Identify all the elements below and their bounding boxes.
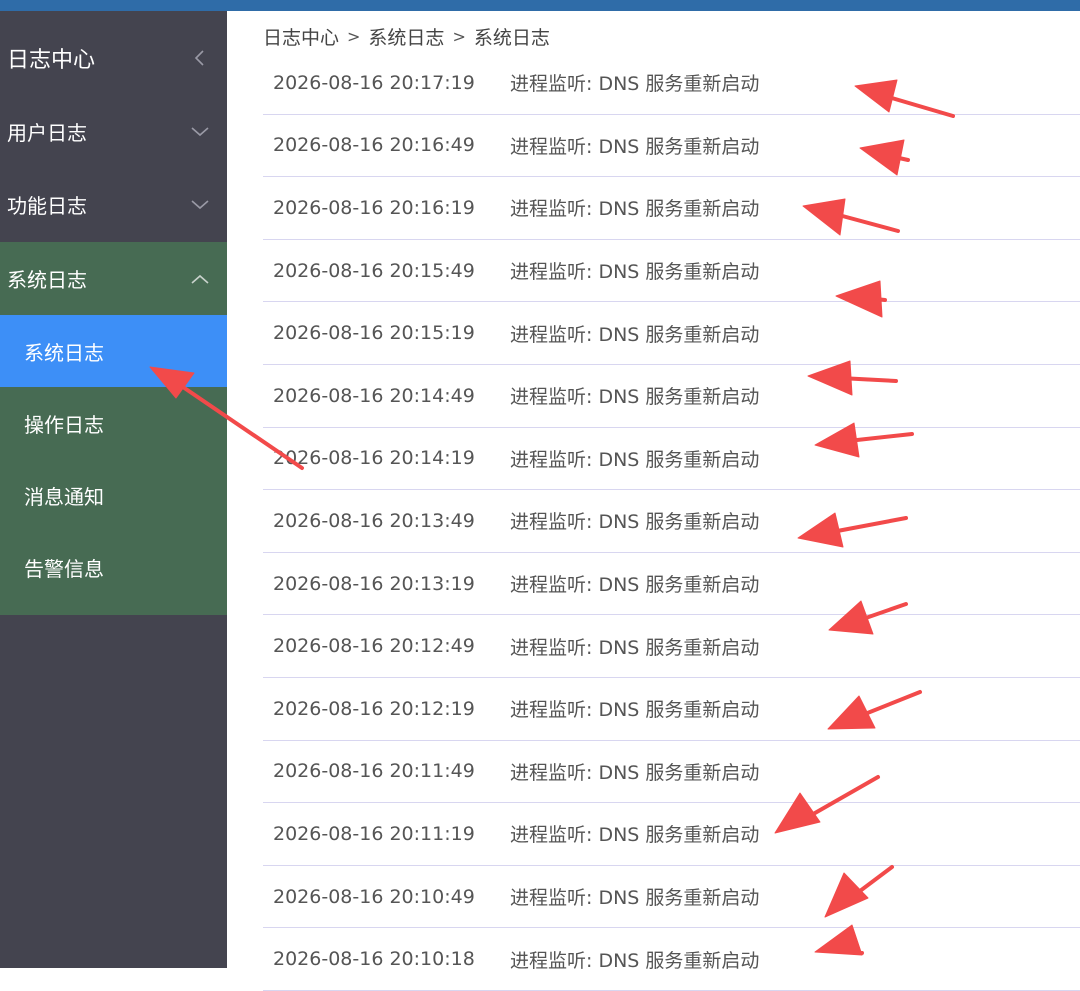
log-time: 2026-08-16 20:16:49 [273,134,475,157]
log-message: 进程监听: DNS 服务重新启动 [510,824,760,847]
log-message: 进程监听: DNS 服务重新启动 [510,386,760,409]
submenu-item-label: 操作日志 [24,412,104,437]
submenu-item-label: 告警信息 [24,556,104,581]
log-time: 2026-08-16 20:12:19 [273,697,475,720]
chevron-down-icon [189,120,211,142]
log-time: 2026-08-16 20:12:49 [273,635,475,658]
log-row[interactable]: 2026-08-16 20:14:49 进程监听: DNS 服务重新启动 [263,365,1080,428]
chevron-up-icon [189,268,211,290]
chevron-left-icon[interactable] [189,47,211,69]
log-time: 2026-08-16 20:15:19 [273,322,475,345]
log-row[interactable]: 2026-08-16 20:16:49 进程监听: DNS 服务重新启动 [263,115,1080,178]
log-message: 进程监听: DNS 服务重新启动 [510,699,760,722]
breadcrumb: 日志中心 > 系统日志 > 系统日志 [263,22,550,50]
log-message: 进程监听: DNS 服务重新启动 [510,887,760,910]
log-row[interactable]: 2026-08-16 20:12:49 进程监听: DNS 服务重新启动 [263,615,1080,678]
log-row[interactable]: 2026-08-16 20:16:19 进程监听: DNS 服务重新启动 [263,177,1080,240]
log-message: 进程监听: DNS 服务重新启动 [510,511,760,534]
log-message: 进程监听: DNS 服务重新启动 [510,574,760,597]
log-row[interactable]: 2026-08-16 20:13:19 进程监听: DNS 服务重新启动 [263,553,1080,616]
submenu-item-label: 消息通知 [24,484,104,509]
sidebar-item-label: 系统日志 [7,268,87,292]
log-message: 进程监听: DNS 服务重新启动 [510,261,760,284]
log-time: 2026-08-16 20:17:19 [273,71,475,94]
submenu-item-operation-logs[interactable]: 操作日志 [0,387,227,459]
log-message: 进程监听: DNS 服务重新启动 [510,323,760,346]
sidebar-item-function-logs[interactable]: 功能日志 [0,168,227,240]
sidebar-item-label: 功能日志 [7,193,87,218]
log-time: 2026-08-16 20:16:19 [273,196,475,219]
log-time: 2026-08-16 20:10:49 [273,885,475,908]
submenu-item-system-logs-active[interactable]: 系统日志 [0,315,227,387]
breadcrumb-item: 系统日志 [473,26,550,49]
sidebar: 日志中心 用户日志 功能日志 系统日志 系统日志 操作日志 消息通知 告警信息 [0,11,227,968]
log-time: 2026-08-16 20:11:19 [273,822,475,845]
log-row[interactable]: 2026-08-16 20:10:49 进程监听: DNS 服务重新启动 [263,866,1080,929]
submenu-item-alerts[interactable]: 告警信息 [0,531,227,615]
breadcrumb-separator: > [347,26,361,46]
log-time: 2026-08-16 20:13:19 [273,572,475,595]
log-message: 进程监听: DNS 服务重新启动 [510,73,760,96]
log-list: 2026-08-16 20:17:19 进程监听: DNS 服务重新启动 2026… [263,52,1080,991]
log-message: 进程监听: DNS 服务重新启动 [510,636,760,659]
log-row[interactable]: 2026-08-16 20:11:19 进程监听: DNS 服务重新启动 [263,803,1080,866]
sidebar-item-user-logs[interactable]: 用户日志 [0,95,227,167]
log-row[interactable]: 2026-08-16 20:11:49 进程监听: DNS 服务重新启动 [263,741,1080,804]
breadcrumb-item[interactable]: 日志中心 [263,23,339,50]
log-row[interactable]: 2026-08-16 20:13:49 进程监听: DNS 服务重新启动 [263,490,1080,553]
sidebar-header-log-center[interactable]: 日志中心 [0,22,227,94]
log-time: 2026-08-16 20:14:49 [273,384,475,407]
log-time: 2026-08-16 20:11:49 [273,760,475,783]
sidebar-item-system-logs[interactable]: 系统日志 [0,242,227,315]
log-row[interactable]: 2026-08-16 20:12:19 进程监听: DNS 服务重新启动 [263,678,1080,741]
log-row[interactable]: 2026-08-16 20:15:49 进程监听: DNS 服务重新启动 [263,240,1080,303]
log-message: 进程监听: DNS 服务重新启动 [510,949,760,972]
submenu-item-label: 系统日志 [24,340,104,365]
log-time: 2026-08-16 20:13:49 [273,509,475,532]
sidebar-title: 日志中心 [7,48,96,73]
log-message: 进程监听: DNS 服务重新启动 [510,448,760,471]
breadcrumb-separator: > [452,26,466,46]
log-message: 进程监听: DNS 服务重新启动 [510,761,760,784]
top-bar [0,0,1080,11]
submenu-item-notifications[interactable]: 消息通知 [0,459,227,531]
log-row[interactable]: 2026-08-16 20:10:18 进程监听: DNS 服务重新启动 [263,928,1080,991]
log-time: 2026-08-16 20:10:18 [273,948,475,971]
chevron-down-icon [189,193,211,215]
log-message: 进程监听: DNS 服务重新启动 [510,198,760,221]
log-message: 进程监听: DNS 服务重新启动 [510,135,760,158]
log-row[interactable]: 2026-08-16 20:15:19 进程监听: DNS 服务重新启动 [263,302,1080,365]
log-row[interactable]: 2026-08-16 20:14:19 进程监听: DNS 服务重新启动 [263,428,1080,491]
log-row[interactable]: 2026-08-16 20:17:19 进程监听: DNS 服务重新启动 [263,52,1080,115]
breadcrumb-item[interactable]: 系统日志 [368,23,444,50]
sidebar-item-label: 用户日志 [7,120,87,145]
log-time: 2026-08-16 20:15:49 [273,259,475,282]
log-time: 2026-08-16 20:14:19 [273,447,475,470]
